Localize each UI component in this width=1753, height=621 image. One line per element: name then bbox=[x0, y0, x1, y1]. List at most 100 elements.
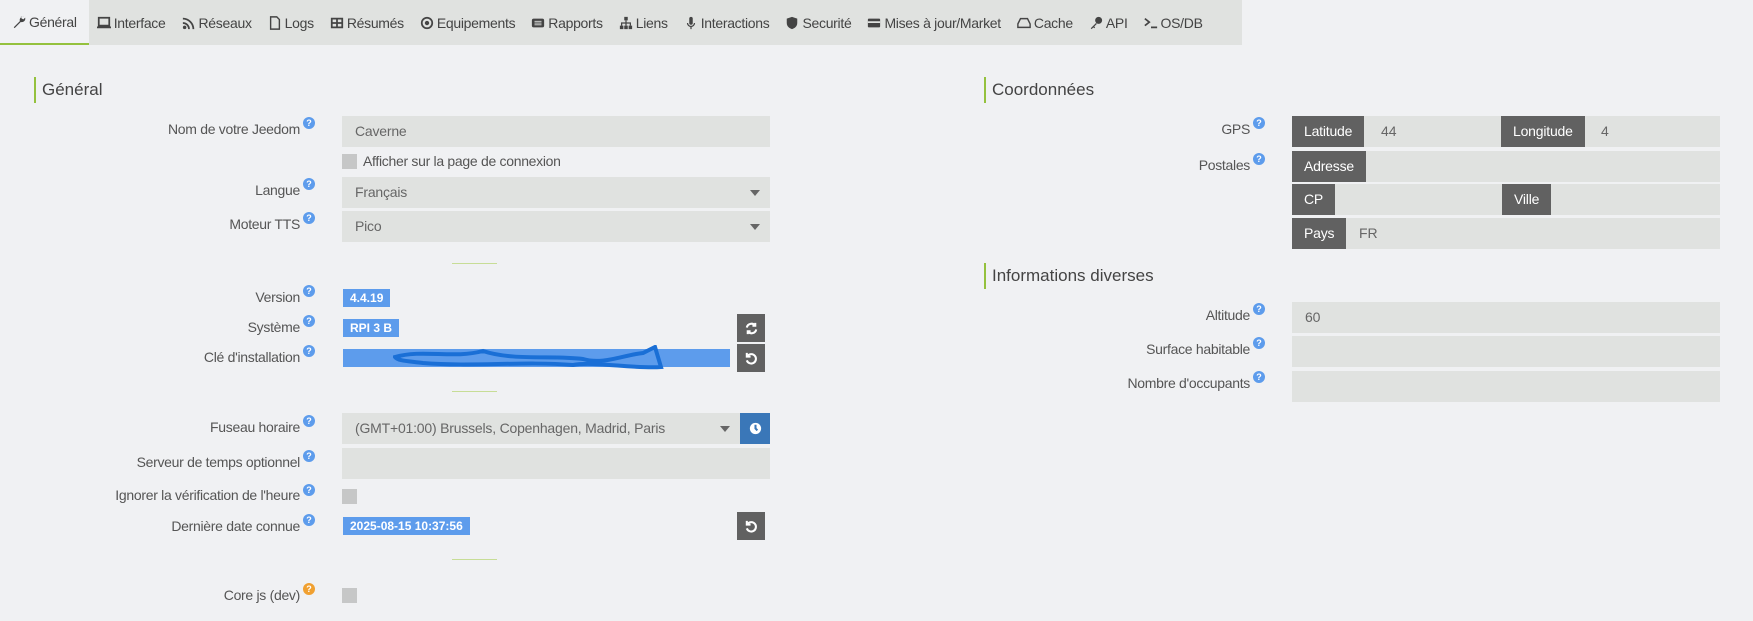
help-icon[interactable]: ? bbox=[303, 450, 315, 462]
tab-interactions[interactable]: Interactions bbox=[676, 0, 778, 45]
tab-mises-jour-market[interactable]: Mises à jour/Market bbox=[859, 0, 1008, 45]
tab-label: Securité bbox=[802, 14, 852, 31]
undo-icon bbox=[745, 520, 757, 533]
refresh-system-button[interactable] bbox=[737, 314, 765, 342]
timezone-value: (GMT+01:00) Brussels, Copenhagen, Madrid… bbox=[355, 420, 666, 436]
section-title-coordinates: Coordonnées bbox=[984, 77, 1094, 103]
occupants-input[interactable] bbox=[1292, 371, 1720, 402]
help-icon[interactable]: ? bbox=[303, 212, 315, 224]
help-icon[interactable]: ? bbox=[1253, 337, 1265, 349]
list-icon bbox=[532, 18, 545, 27]
help-icon[interactable]: ? bbox=[303, 285, 315, 297]
tab-g-n-ral[interactable]: Général bbox=[0, 0, 89, 45]
tab-label: OS/DB bbox=[1160, 14, 1203, 31]
tab-label: Résumés bbox=[346, 14, 404, 31]
divider bbox=[452, 391, 497, 392]
tab-interface[interactable]: Interface bbox=[89, 0, 174, 45]
caret-down-icon bbox=[750, 224, 760, 230]
caret-down-icon bbox=[750, 190, 760, 196]
help-icon[interactable]: ? bbox=[303, 315, 315, 327]
help-icon[interactable]: ? bbox=[1253, 371, 1265, 383]
settings-tabs: Général Interface Réseaux Logs Résumés Equipe… bbox=[0, 0, 1242, 45]
latitude-addon: Latitude bbox=[1292, 116, 1365, 147]
help-icon[interactable]: ? bbox=[303, 117, 315, 129]
surface-input[interactable] bbox=[1292, 336, 1720, 367]
undo-icon bbox=[745, 352, 757, 365]
clock-icon bbox=[749, 422, 761, 435]
caret-down-icon bbox=[720, 426, 730, 432]
altitude-input[interactable]: 60 bbox=[1292, 302, 1720, 333]
ntp-server-input[interactable] bbox=[342, 448, 770, 479]
tab-label: Cache bbox=[1033, 14, 1073, 31]
tab-label: Réseaux bbox=[198, 14, 252, 31]
tab-os-db[interactable]: OS/DB bbox=[1136, 0, 1211, 45]
help-icon[interactable]: ? bbox=[303, 484, 315, 496]
divider bbox=[452, 559, 497, 560]
tab-label: Interactions bbox=[700, 14, 770, 31]
show-login-label: Afficher sur la page de connexion bbox=[363, 153, 561, 169]
microphone-icon bbox=[686, 16, 695, 29]
cp-input[interactable] bbox=[1340, 184, 1495, 215]
show-login-checkbox[interactable] bbox=[342, 154, 357, 169]
file-icon bbox=[269, 15, 280, 30]
reset-last-date-button[interactable] bbox=[737, 512, 765, 540]
jeedom-name-input[interactable]: Caverne bbox=[342, 116, 770, 147]
tab-r-seaux[interactable]: Réseaux bbox=[174, 0, 260, 45]
tab-label: Général bbox=[29, 13, 77, 30]
timezone-clock-button[interactable] bbox=[740, 413, 770, 444]
corejs-checkbox[interactable] bbox=[342, 588, 357, 603]
tab-api[interactable]: API bbox=[1081, 0, 1136, 45]
altitude-label: Altitude bbox=[1205, 307, 1251, 323]
language-label: Langue bbox=[255, 182, 300, 198]
country-addon: Pays bbox=[1292, 218, 1347, 249]
language-select[interactable]: Français bbox=[342, 177, 770, 208]
tab-label: Liens bbox=[635, 14, 668, 31]
help-icon[interactable]: ? bbox=[1253, 117, 1265, 129]
longitude-addon: Longitude bbox=[1501, 116, 1585, 147]
help-icon[interactable]: ? bbox=[303, 514, 315, 526]
surface-label: Surface habitable bbox=[1146, 341, 1250, 357]
install-key-badge bbox=[343, 345, 730, 370]
timezone-select[interactable]: (GMT+01:00) Brussels, Copenhagen, Madrid… bbox=[342, 413, 740, 444]
tab-liens[interactable]: Liens bbox=[611, 0, 676, 45]
occupants-label: Nombre d'occupants bbox=[1127, 375, 1250, 391]
help-icon[interactable]: ? bbox=[1253, 303, 1265, 315]
last-date-label: Dernière date connue bbox=[171, 518, 300, 534]
tab-label: Mises à jour/Market bbox=[884, 14, 1001, 31]
version-label: Version bbox=[255, 289, 300, 305]
help-icon[interactable]: ? bbox=[303, 415, 315, 427]
help-icon[interactable]: ? bbox=[1253, 153, 1265, 165]
cp-addon: CP bbox=[1292, 184, 1336, 215]
country-input[interactable]: FR bbox=[1359, 218, 1709, 249]
tab-rapports[interactable]: Rapports bbox=[523, 0, 610, 45]
postal-label: Postales bbox=[1198, 157, 1251, 173]
tab-logs[interactable]: Logs bbox=[260, 0, 322, 45]
help-icon[interactable]: ? bbox=[303, 345, 315, 357]
redaction-scribble bbox=[393, 345, 664, 370]
tab-label: API bbox=[1105, 14, 1128, 31]
longitude-input[interactable]: 4 bbox=[1601, 116, 1711, 147]
key-icon bbox=[1090, 16, 1102, 29]
tab-r-sum-s[interactable]: Résumés bbox=[322, 0, 412, 45]
reset-install-key-button[interactable] bbox=[737, 344, 765, 372]
corejs-label: Core js (dev) bbox=[223, 587, 301, 603]
table-icon bbox=[330, 17, 343, 28]
tts-select[interactable]: Pico bbox=[342, 211, 770, 242]
version-badge: 4.4.19 bbox=[343, 289, 391, 307]
refresh-icon bbox=[745, 322, 757, 334]
city-input[interactable] bbox=[1560, 184, 1715, 215]
tab-cache[interactable]: Cache bbox=[1009, 0, 1081, 45]
address-addon: Adresse bbox=[1292, 151, 1366, 182]
terminal-icon bbox=[1143, 17, 1157, 28]
tab-equipements[interactable]: Equipements bbox=[412, 0, 523, 45]
tab-securit-[interactable]: Securité bbox=[777, 0, 859, 45]
help-icon[interactable]: ? bbox=[303, 178, 315, 190]
help-icon[interactable]: ? bbox=[303, 583, 315, 595]
tab-label: Equipements bbox=[436, 14, 516, 31]
system-label: Système bbox=[247, 319, 301, 335]
divider bbox=[452, 263, 497, 264]
latitude-input[interactable]: 44 bbox=[1381, 116, 1491, 147]
system-badge: RPI 3 B bbox=[343, 319, 400, 337]
ignore-time-checkbox[interactable] bbox=[342, 489, 357, 504]
section-title-general: Général bbox=[34, 77, 102, 103]
